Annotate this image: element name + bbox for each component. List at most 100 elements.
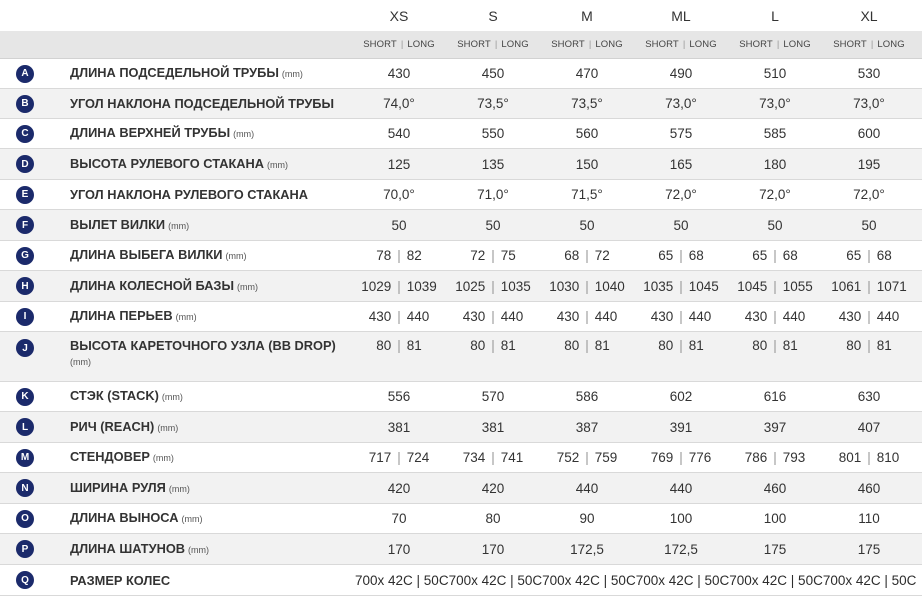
long-value: 440: [594, 309, 618, 324]
row-name: ВЫСОТА РУЛЕВОГО СТАКАНА: [70, 155, 264, 171]
short-value: 80: [658, 338, 674, 353]
table-row: O ДЛИНА ВЫНОСА (mm) 70 80 90 100 100 110: [0, 504, 922, 534]
row-name: СТЭК (STACK): [70, 388, 159, 403]
row-letter-badge: J: [16, 339, 34, 357]
row-letter-badge: G: [16, 246, 34, 265]
row-label: ДЛИНА ВЕРХНЕЙ ТРУБЫ (mm): [50, 123, 352, 144]
long-value: 776: [688, 450, 712, 465]
short-value: 1025: [455, 278, 486, 294]
value-cell: 585: [763, 126, 787, 141]
long-value: 75: [500, 248, 516, 263]
value-cell: 170: [387, 541, 411, 557]
row-label: ВЫСОТА РУЛЕВОГО СТАКАНА (mm): [50, 154, 352, 175]
value-cell: 600: [857, 126, 881, 141]
long-label: LONG: [501, 39, 529, 50]
unit-label: (mm): [161, 392, 183, 402]
value-cell: 150: [575, 156, 599, 172]
badge-column: J: [0, 332, 50, 357]
short-value: 717: [368, 450, 392, 465]
separator: |: [397, 248, 401, 263]
value-cell: 100: [669, 511, 693, 526]
row-label: СТЕНДОВЕР (mm): [50, 447, 352, 468]
value-cell: 734 | 741: [446, 450, 540, 465]
wheel-size-values: 700x 42C | 50C700x 42C | 50C700x 42C | 5…: [355, 572, 917, 588]
short-value: 430: [650, 309, 674, 324]
value-cell: 391: [669, 419, 693, 435]
value-cell: 575: [669, 126, 693, 141]
row-label: РАЗМЕР КОЛЕС: [50, 571, 352, 590]
value-cell: 430 | 440: [728, 309, 822, 324]
short-value: 1030: [549, 278, 580, 294]
value-cell: 530: [857, 66, 881, 81]
short-long-cell: SHORT | LONG: [540, 39, 634, 50]
separator: |: [679, 278, 683, 294]
badge-column: Q: [0, 571, 50, 589]
value-cell: 80 | 81: [446, 332, 540, 353]
badge-column: K: [0, 387, 50, 406]
value-cell: 430 | 440: [352, 309, 446, 324]
value-cell: 110: [858, 511, 880, 526]
short-value: 801: [838, 450, 862, 465]
separator: |: [491, 278, 495, 294]
value-cell: 430 | 440: [822, 309, 916, 324]
value-cell: 172,5: [664, 541, 698, 557]
separator: |: [867, 338, 871, 353]
long-value: 810: [876, 450, 900, 465]
value-cell: 381: [387, 419, 411, 435]
long-label: LONG: [407, 39, 435, 50]
separator: |: [773, 450, 777, 465]
unit-label: (mm): [236, 281, 258, 292]
value-cell: 72 | 75: [446, 248, 540, 263]
row-name: УГОЛ НАКЛОНА ПОДСЕДЕЛЬНОЙ ТРУБЫ: [70, 96, 335, 111]
unit-label: (mm): [70, 357, 91, 367]
unit-label: (mm): [267, 159, 288, 170]
value-cell: 73,5°: [571, 96, 603, 111]
value-cell: 630: [857, 389, 881, 404]
short-long-header-row: SHORT | LONG SHORT | LONG SHORT | LONG SHORT | LONG…: [0, 31, 922, 59]
value-cell: 65 | 68: [822, 248, 916, 263]
value-cell: 420: [387, 480, 411, 496]
separator: |: [400, 39, 404, 50]
row-name: ШИРИНА РУЛЯ: [70, 479, 166, 495]
value-cell: 71,0°: [477, 187, 509, 202]
badge-column: N: [0, 479, 50, 497]
value-cell: 717 | 724: [352, 450, 446, 465]
long-label: LONG: [595, 39, 623, 50]
value-cell: 510: [763, 66, 787, 81]
row-label: ВЫСОТА КАРЕТОЧНОГО УЗЛА (BB DROP) (mm): [50, 332, 352, 369]
badge-column: F: [0, 216, 50, 234]
value-cell: 430 | 440: [634, 309, 728, 324]
separator: |: [773, 338, 777, 353]
short-label: SHORT: [645, 39, 679, 50]
badge-column: I: [0, 307, 50, 326]
separator: |: [397, 450, 401, 465]
row-letter-badge: D: [16, 155, 34, 173]
long-value: 81: [782, 338, 798, 353]
row-name: ДЛИНА ПОДСЕДЕЛЬНОЙ ТРУБЫ: [70, 65, 279, 80]
separator: |: [585, 450, 589, 465]
value-cell: 50: [673, 217, 689, 233]
long-value: 440: [876, 309, 900, 324]
row-name: ВЫЛЕТ ВИЛКИ: [70, 216, 166, 232]
value-cell: 50: [861, 217, 877, 233]
long-value: 1045: [688, 278, 719, 294]
row-name: СТЕНДОВЕР: [70, 449, 150, 464]
separator: |: [776, 39, 780, 50]
separator: |: [585, 338, 589, 353]
value-cell: 550: [481, 126, 505, 141]
value-cell: 586: [575, 389, 599, 404]
value-cell: 430 | 440: [540, 309, 634, 324]
value-cell: 72,0°: [853, 187, 885, 202]
long-value: 1040: [594, 278, 625, 294]
row-letter-badge: P: [16, 540, 34, 558]
table-row: L РИЧ (REACH) (mm) 381 381 387 391 397 407: [0, 412, 922, 443]
table-row: J ВЫСОТА КАРЕТОЧНОГО УЗЛА (BB DROP) (mm) 80…: [0, 332, 922, 382]
separator: |: [867, 450, 871, 465]
value-cell: 65 | 68: [634, 248, 728, 263]
value-cell: 70,0°: [383, 187, 415, 202]
value-cell: 50: [767, 217, 783, 233]
separator: |: [773, 278, 777, 294]
long-value: 68: [688, 248, 704, 263]
value-cell: 786 | 793: [728, 450, 822, 465]
row-label: РИЧ (REACH) (mm): [50, 417, 352, 438]
